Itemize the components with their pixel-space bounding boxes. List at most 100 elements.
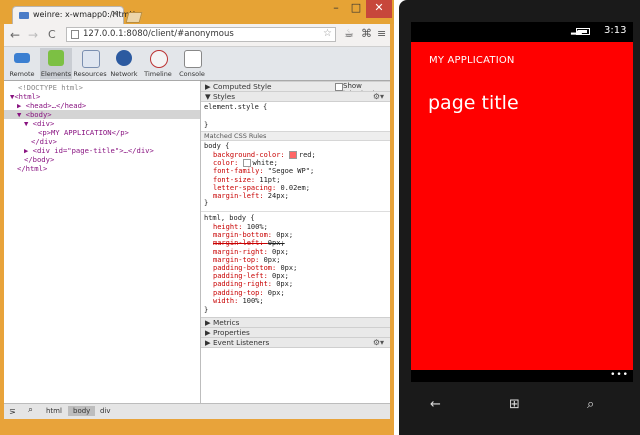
html-close-node[interactable]: </html>	[17, 164, 47, 173]
styles-sidebar: ▶ Computed Style Show inherited ▼ Styles…	[201, 81, 390, 403]
properties-label: ▶ Properties	[205, 328, 250, 337]
timeline-icon	[150, 50, 168, 68]
matched-rules-header: Matched CSS Rules	[201, 131, 390, 141]
tab-timeline[interactable]: Timeline	[142, 48, 174, 79]
css-prop-value: 100%;	[246, 223, 268, 231]
head-node[interactable]: ▶ <head>…</head>	[17, 101, 86, 110]
css-prop-value: red;	[298, 151, 316, 159]
tab-close-icon[interactable]: ×	[111, 9, 119, 19]
css-prop-name: margin-bottom:	[213, 231, 277, 240]
body-rule-prop[interactable]: letter-spacing: 0.02em;	[213, 184, 310, 192]
browser-titlebar: weinre: x-wmapp0:/Html/ × – □ ✕	[0, 0, 394, 24]
div-close-node[interactable]: </div>	[31, 137, 57, 146]
devtools-bottom-bar: ⋝ ⌕ html body div	[4, 403, 390, 420]
breadcrumb-body[interactable]: body	[68, 406, 96, 416]
url-text: 127.0.0.1:8080/client/#anonymous	[83, 29, 234, 39]
back-button[interactable]: ←	[10, 28, 20, 42]
body-rule-prop[interactable]: background-color: red;	[213, 151, 316, 159]
css-prop-value: "Segoe WP";	[267, 167, 315, 176]
elements-tree-pane: <!DOCTYPE html> ▼<html> ▶ <head>…</head>…	[4, 81, 200, 403]
rule-divider	[201, 211, 390, 212]
html-body-rule-prop[interactable]: width: 100%;	[213, 297, 264, 305]
tab-title: weinre: x-wmapp0:/Html/	[33, 10, 135, 19]
page-icon	[71, 30, 79, 39]
css-prop-name: padding-bottom:	[213, 264, 281, 272]
phone-search-button[interactable]: ⌕	[587, 397, 594, 412]
page-title-div-node[interactable]: ▶ <div id="page-title">…</div>	[24, 146, 154, 155]
apps-icon[interactable]: ⌘	[361, 27, 372, 40]
css-prop-name: height:	[213, 223, 247, 231]
body-rule-selector[interactable]: body {	[204, 142, 229, 150]
body-rule-prop[interactable]: margin-left: 24px;	[213, 192, 289, 200]
inspect-search-icon[interactable]: ⌕	[28, 405, 33, 415]
html-body-rule-prop[interactable]: margin-bottom: 0px;	[213, 231, 293, 239]
show-inherited-checkbox[interactable]	[335, 83, 343, 91]
browser-tab[interactable]: weinre: x-wmapp0:/Html/ ×	[12, 6, 134, 24]
color-swatch-icon[interactable]	[242, 159, 251, 168]
event-listeners-header[interactable]: ▶ Event Listeners ⚙▾	[201, 337, 390, 348]
css-prop-name: font-size:	[213, 175, 260, 184]
phone-start-button[interactable]: ⊞	[509, 397, 520, 412]
html-node[interactable]: ▼<html>	[10, 92, 40, 101]
battery-icon	[576, 28, 590, 35]
html-body-rule-prop[interactable]: height: 100%;	[213, 223, 268, 231]
html-body-rule-selector[interactable]: html, body {	[204, 214, 255, 222]
styles-gear-icon[interactable]: ⚙▾	[373, 92, 384, 101]
body-rule-prop[interactable]: font-size: 11pt;	[213, 176, 280, 184]
resources-icon	[82, 50, 100, 68]
html-body-rule-prop[interactable]: margin-left: 0px;	[213, 239, 285, 247]
close-window-button[interactable]: ✕	[366, 0, 392, 18]
breadcrumb-html[interactable]: html	[46, 407, 62, 415]
bookmark-star-icon[interactable]: ☆	[323, 28, 332, 39]
listeners-gear-icon[interactable]: ⚙▾	[373, 338, 384, 347]
menu-icon[interactable]: ≡	[377, 27, 386, 40]
console-toggle-icon[interactable]: ⋝	[9, 407, 16, 416]
body-rule-close: }	[204, 199, 209, 207]
body-rule-prop[interactable]: font-family: "Segoe WP";	[213, 167, 314, 175]
address-bar[interactable]: 127.0.0.1:8080/client/#anonymous ☆	[66, 27, 336, 42]
html-body-rule-prop[interactable]: padding-left: 0px;	[213, 272, 289, 280]
css-prop-name: font-family:	[213, 167, 268, 176]
phone-emulator: ▂▄ 3:13 MY APPLICATION page title ••• ← …	[399, 0, 640, 435]
div-node[interactable]: ▼ <div>	[24, 119, 54, 128]
new-tab-button[interactable]	[125, 12, 143, 23]
matched-rules-label: Matched CSS Rules	[204, 132, 267, 140]
body-rule-prop[interactable]: color: white;	[213, 159, 278, 168]
maximize-button[interactable]: □	[346, 0, 366, 18]
extension-icon[interactable]: ☕	[344, 27, 354, 40]
forward-button[interactable]: →	[28, 28, 38, 42]
more-options-icon[interactable]: •••	[610, 370, 629, 380]
phone-app-screen[interactable]: MY APPLICATION page title	[411, 42, 633, 370]
html-body-rule-prop[interactable]: padding-right: 0px;	[213, 280, 293, 288]
breadcrumb-div[interactable]: div	[100, 407, 111, 415]
p-node[interactable]: <p>MY APPLICATION</p>	[38, 128, 129, 137]
reload-button[interactable]: C	[48, 28, 56, 41]
css-prop-name: margin-right:	[213, 247, 273, 256]
browser-window: weinre: x-wmapp0:/Html/ × – □ ✕ ← → C 12…	[0, 0, 394, 435]
css-prop-name: color:	[213, 159, 243, 168]
tab-remote[interactable]: Remote	[6, 48, 38, 79]
styles-header[interactable]: ▼ Styles ⚙▾	[201, 91, 390, 102]
remote-icon	[14, 53, 30, 63]
css-prop-name: margin-left:	[213, 192, 268, 200]
color-swatch-icon[interactable]	[288, 151, 297, 159]
html-body-rule-prop[interactable]: padding-top: 0px;	[213, 289, 285, 297]
body-close-node[interactable]: </body>	[24, 155, 54, 164]
html-body-rule-prop[interactable]: margin-top: 0px;	[213, 256, 280, 264]
phone-back-button[interactable]: ←	[430, 397, 441, 412]
body-node[interactable]: ▼ <body>	[17, 110, 52, 119]
html-body-rule-prop[interactable]: padding-bottom: 0px;	[213, 264, 297, 272]
tab-console[interactable]: Console	[176, 48, 208, 79]
css-prop-name: padding-top:	[213, 288, 268, 297]
tab-resources[interactable]: Resources	[73, 48, 107, 79]
css-prop-name: margin-left:	[213, 239, 268, 248]
tab-network[interactable]: Network	[108, 48, 140, 79]
html-body-rule-prop[interactable]: margin-right: 0px;	[213, 248, 289, 256]
doctype-node[interactable]: <!DOCTYPE html>	[18, 83, 83, 92]
css-prop-name: background-color:	[213, 151, 289, 159]
tab-elements[interactable]: Elements	[40, 48, 72, 79]
minimize-button[interactable]: –	[326, 0, 346, 18]
css-prop-value: 0px;	[276, 280, 294, 289]
css-prop-value: 0px;	[272, 247, 289, 256]
element-style-rule[interactable]: element.style {	[204, 103, 267, 111]
